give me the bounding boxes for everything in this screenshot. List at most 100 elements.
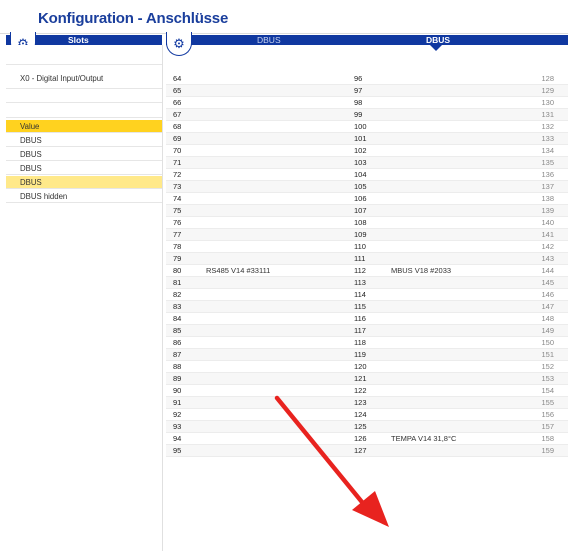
channel-number: 106 xyxy=(354,194,367,203)
channel-number: 149 xyxy=(541,326,554,335)
channel-number: 118 xyxy=(354,338,366,347)
slot-item-value[interactable]: Value xyxy=(6,120,162,133)
channel-number: 67 xyxy=(173,110,182,119)
channel-number: 137 xyxy=(541,182,554,191)
table-row[interactable]: 75 107 139 xyxy=(166,205,568,217)
channel-number: 134 xyxy=(541,146,554,155)
table-row[interactable]: 82 114 146 xyxy=(166,289,568,301)
divider xyxy=(6,102,162,103)
channel-number: 89 xyxy=(173,374,182,383)
table-row[interactable]: 79 111 143 xyxy=(166,253,568,265)
channel-number: 114 xyxy=(354,290,366,299)
channel-number: 121 xyxy=(354,374,367,383)
table-row[interactable]: 74 106 138 xyxy=(166,193,568,205)
tab-dbus-inactive[interactable]: DBUS xyxy=(257,35,281,45)
channel-number: 138 xyxy=(541,194,554,203)
channel-number: 113 xyxy=(354,278,366,287)
channel-number: 97 xyxy=(354,86,363,95)
table-row[interactable]: 92 124 156 xyxy=(166,409,568,421)
channel-number: 120 xyxy=(354,362,367,371)
gear-icon: ⚙ xyxy=(173,36,185,51)
table-row[interactable]: 67 99 131 xyxy=(166,109,568,121)
table-row[interactable]: 90 122 154 xyxy=(166,385,568,397)
channel-number: 136 xyxy=(541,170,554,179)
slot-item-dbus[interactable]: DBUS xyxy=(6,148,162,161)
table-row[interactable]: 71 103 135 xyxy=(166,157,568,169)
channel-number: 123 xyxy=(354,398,367,407)
channel-number: 79 xyxy=(173,254,182,263)
channel-number: 143 xyxy=(541,254,554,263)
table-row[interactable]: 65 97 129 xyxy=(166,85,568,97)
title-divider xyxy=(0,33,568,34)
table-row[interactable]: 76 108 140 xyxy=(166,217,568,229)
channel-number: 153 xyxy=(541,374,554,383)
table-row[interactable]: 88 120 152 xyxy=(166,361,568,373)
channel-number: 111 xyxy=(354,254,366,263)
channel-number: 131 xyxy=(541,110,554,119)
channel-number: 147 xyxy=(541,302,554,311)
channel-number: 115 xyxy=(354,302,366,311)
channel-number: 93 xyxy=(173,422,182,431)
channel-number: 117 xyxy=(354,326,366,335)
table-row[interactable]: 78 110 142 xyxy=(166,241,568,253)
slot-item-dbus-highlighted[interactable]: DBUS xyxy=(6,176,162,189)
divider xyxy=(6,117,162,118)
slot-item-dbus[interactable]: DBUS xyxy=(6,162,162,175)
channel-number: 154 xyxy=(541,386,554,395)
channel-number: 135 xyxy=(541,158,554,167)
channel-number: 76 xyxy=(173,218,182,227)
channel-number: 65 xyxy=(173,86,182,95)
table-row[interactable]: 87 119 151 xyxy=(166,349,568,361)
channel-number: 72 xyxy=(173,170,182,179)
channel-number: 94 xyxy=(173,434,182,443)
table-row[interactable]: 89 121 153 xyxy=(166,373,568,385)
channel-number: 119 xyxy=(354,350,366,359)
slot-item-dbus-hidden[interactable]: DBUS hidden xyxy=(6,190,162,203)
channel-number: 157 xyxy=(541,422,554,431)
table-row[interactable]: 64 96 128 xyxy=(166,73,568,85)
channel-number: 99 xyxy=(354,110,363,119)
channel-number: 71 xyxy=(173,158,182,167)
channel-number: 130 xyxy=(541,98,554,107)
channel-number: 110 xyxy=(354,242,366,251)
channel-number: 98 xyxy=(354,98,363,107)
table-row[interactable]: 94 126 TEMPA V14 31,8°C 158 xyxy=(166,433,568,445)
table-row[interactable]: 70 102 134 xyxy=(166,145,568,157)
channel-number: 86 xyxy=(173,338,182,347)
table-row[interactable]: 69 101 133 xyxy=(166,133,568,145)
channel-number: 148 xyxy=(541,314,554,323)
channel-number: 81 xyxy=(173,278,182,287)
table-row[interactable]: 84 116 148 xyxy=(166,313,568,325)
channel-number: 64 xyxy=(173,74,182,83)
dbus-settings-button[interactable]: ⚙ xyxy=(166,32,192,56)
slot-item-dbus[interactable]: DBUS xyxy=(6,134,162,147)
channel-number: 88 xyxy=(173,362,182,371)
table-row[interactable]: 83 115 147 xyxy=(166,301,568,313)
channel-number: 128 xyxy=(541,74,554,83)
table-row[interactable]: 86 118 150 xyxy=(166,337,568,349)
table-row[interactable]: 91 123 155 xyxy=(166,397,568,409)
channel-number: 125 xyxy=(354,422,367,431)
table-row[interactable]: 80 RS485 V14 #33111 112 MBUS V18 #2033 144 xyxy=(166,265,568,277)
channel-number: 132 xyxy=(541,122,554,131)
active-tab-indicator xyxy=(430,45,442,51)
page-title: Konfiguration - Anschlüsse xyxy=(38,10,229,27)
table-row[interactable]: 81 113 145 xyxy=(166,277,568,289)
module-item-x0[interactable]: X0 - Digital Input/Output xyxy=(6,73,162,85)
table-row[interactable]: 93 125 157 xyxy=(166,421,568,433)
channel-number: 140 xyxy=(541,218,554,227)
channel-number: 144 xyxy=(541,266,554,275)
tab-dbus-active[interactable]: DBUS xyxy=(426,35,450,45)
table-row[interactable]: 72 104 136 xyxy=(166,169,568,181)
channel-number: 108 xyxy=(354,218,367,227)
table-row[interactable]: 77 109 141 xyxy=(166,229,568,241)
channel-number: 103 xyxy=(354,158,367,167)
channel-number: 133 xyxy=(541,134,554,143)
table-row[interactable]: 66 98 130 xyxy=(166,97,568,109)
table-row[interactable]: 85 117 149 xyxy=(166,325,568,337)
tab-slots[interactable]: Slots xyxy=(68,35,89,45)
table-row[interactable]: 95 127 159 xyxy=(166,445,568,457)
table-row[interactable]: 68 100 132 xyxy=(166,121,568,133)
table-row[interactable]: 73 105 137 xyxy=(166,181,568,193)
channel-number: 139 xyxy=(541,206,554,215)
